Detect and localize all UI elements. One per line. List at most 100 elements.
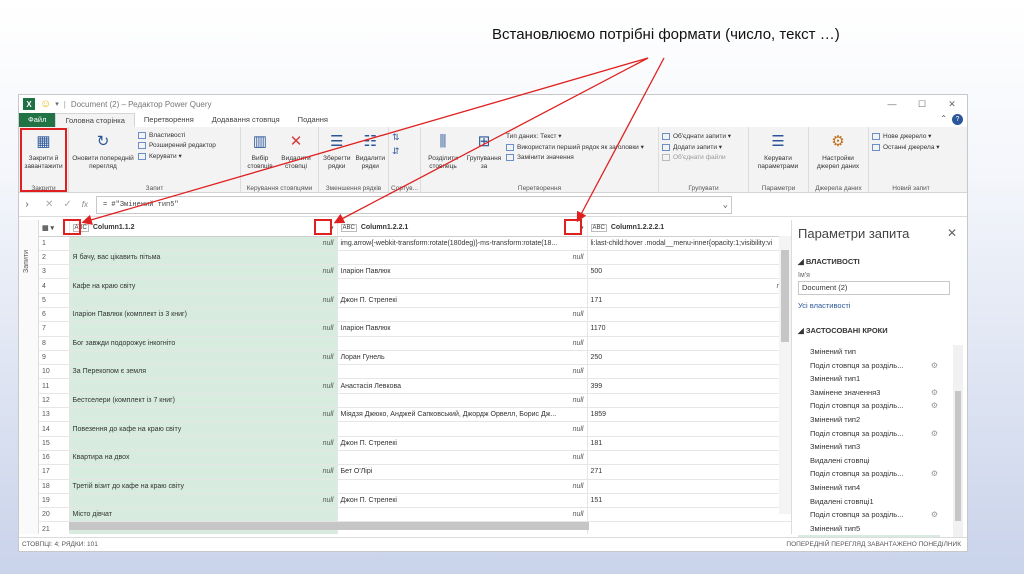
applied-step[interactable]: Поділ стовпця за розділь... ⚙: [798, 427, 940, 441]
table-row[interactable]: 14 Повезення до кафе на краю світу null: [39, 421, 791, 437]
table-cell[interactable]: img.arrow{-webkit-transform:rotate(180de…: [337, 236, 588, 251]
remove-columns-button[interactable]: ✕ Видалити стовпці: [280, 129, 312, 193]
table-row[interactable]: 4Кафе на краю світу null: [39, 278, 791, 294]
applied-step[interactable]: Видалені стовпці: [798, 454, 940, 468]
merge-queries-button[interactable]: Об'єднати запити ▾: [662, 132, 731, 140]
step-settings-gear-icon[interactable]: ⚙: [931, 359, 938, 373]
table-cell[interactable]: Анастасія Левкова: [337, 378, 588, 394]
table-cell[interactable]: [587, 521, 791, 534]
tab-home[interactable]: Головна сторінка: [55, 113, 135, 127]
table-row[interactable]: 12 Бестселери (комплект із 7 книг) null: [39, 393, 791, 409]
table-cell[interactable]: Міядзя Джюко, Анджей Сапковський, Джордж…: [337, 407, 588, 423]
table-row[interactable]: 2Я бачу, вас цікавить пітьма null: [39, 250, 791, 266]
recent-sources-button[interactable]: Останні джерела ▾: [872, 143, 940, 151]
table-cell[interactable]: null: [69, 493, 338, 509]
table-cell[interactable]: null: [337, 421, 588, 437]
table-row[interactable]: 18 Третій візит до кафе на краю світу null: [39, 479, 791, 494]
table-cell[interactable]: 151: [587, 493, 791, 509]
feedback-smiley-icon[interactable]: ☺: [40, 98, 51, 110]
split-column-button[interactable]: ⫼ Розділити стовпець: [424, 129, 462, 193]
table-row[interactable]: 16 Квартира на двох null: [39, 450, 791, 466]
table-row[interactable]: 19 null Джон П. Стрелекі 151: [39, 493, 791, 509]
sort-descending-icon[interactable]: ⇵: [392, 146, 400, 157]
commit-formula-icon[interactable]: ✓: [63, 199, 71, 210]
type-abc-icon[interactable]: ABC: [590, 223, 607, 232]
table-cell[interactable]: null: [587, 278, 791, 294]
table-row[interactable]: 7 null Іларіон Павлюк 1170: [39, 321, 791, 337]
applied-step[interactable]: Поділ стовпця за розділь... ⚙: [798, 467, 940, 481]
applied-step[interactable]: Поділ стовпця за розділь... ⚙: [798, 399, 940, 413]
table-cell[interactable]: За Перекопом є земля: [69, 364, 338, 380]
applied-steps-section-header[interactable]: ◢ ЗАСТОСОВАНІ КРОКИ: [798, 326, 967, 335]
properties-button[interactable]: Властивості: [138, 132, 216, 139]
step-settings-gear-icon[interactable]: ⚙: [931, 386, 938, 400]
table-row[interactable]: 11 null Анастасія Левкова 399: [39, 378, 791, 394]
steps-scrollbar[interactable]: [953, 345, 963, 543]
table-cell[interactable]: null: [69, 264, 338, 280]
table-cell[interactable]: [587, 507, 791, 523]
remove-rows-button[interactable]: ☷ Видалити рядки: [356, 129, 386, 193]
close-button[interactable]: ✕: [937, 99, 967, 110]
table-cell[interactable]: null: [337, 336, 588, 351]
step-settings-gear-icon[interactable]: ⚙: [931, 467, 938, 481]
applied-step[interactable]: Змінений тип: [798, 345, 940, 359]
manage-params-button[interactable]: ☰ Керувати параметрами: [752, 129, 804, 193]
table-cell[interactable]: null: [337, 450, 588, 466]
table-cell[interactable]: null: [337, 307, 588, 323]
table-cell[interactable]: 171: [587, 293, 791, 308]
column-header-3[interactable]: ABC Column1.2.2.2.1: [587, 220, 791, 237]
applied-step[interactable]: Поділ стовпця за розділь... ⚙: [798, 508, 940, 522]
group-by-button[interactable]: ⊞ Групування за: [466, 129, 502, 193]
table-row[interactable]: 20 Місто дівчат null: [39, 507, 791, 523]
table-row[interactable]: 5 null Джон П. Стрелекі 171: [39, 293, 791, 308]
table-row[interactable]: 10 За Перекопом є земля null: [39, 364, 791, 380]
refresh-preview-button[interactable]: ↻ Оновити попередній перегляд: [72, 129, 134, 193]
table-cell[interactable]: Квартира на двох: [69, 450, 338, 466]
table-row[interactable]: 15 null Джон П. Стрелекі 181: [39, 436, 791, 451]
table-cell[interactable]: Іларіон Павлюк: [337, 321, 588, 337]
table-row[interactable]: 3 null Іларіон Павлюк 500: [39, 264, 791, 280]
table-row[interactable]: 8 Бог завжди подорожує інкогніто null: [39, 336, 791, 351]
table-cell[interactable]: [587, 421, 791, 437]
table-cell[interactable]: null: [69, 378, 338, 394]
table-cell[interactable]: Джон П. Стрелекі: [337, 436, 588, 451]
column-header-1[interactable]: ABC Column1.1.2 ▾: [69, 220, 338, 237]
advanced-editor-button[interactable]: Розширений редактор: [138, 142, 216, 149]
table-cell[interactable]: Кафе на краю світу: [69, 278, 338, 294]
query-name-input[interactable]: Document (2): [798, 281, 950, 295]
grid-vertical-scrollbar[interactable]: [779, 236, 791, 514]
table-cell[interactable]: null: [69, 464, 338, 480]
table-cell[interactable]: [587, 479, 791, 494]
first-row-headers-button[interactable]: Використати перший рядок як заголовки ▾: [506, 143, 644, 151]
table-cell[interactable]: 250: [587, 350, 791, 366]
table-cell[interactable]: null: [337, 393, 588, 409]
step-settings-gear-icon[interactable]: ⚙: [931, 508, 938, 522]
table-cell[interactable]: 1170: [587, 321, 791, 337]
table-cell[interactable]: 271: [587, 464, 791, 480]
type-abc-icon[interactable]: ABC: [340, 223, 357, 232]
step-settings-gear-icon[interactable]: ⚙: [931, 427, 938, 441]
table-cell[interactable]: 1859: [587, 407, 791, 423]
applied-step[interactable]: Поділ стовпця за розділь... ⚙: [798, 359, 940, 373]
formula-input[interactable]: = #"Змінений тип5" ⌄: [96, 195, 733, 214]
applied-step[interactable]: Змінений тип5: [798, 522, 940, 536]
cancel-formula-icon[interactable]: ✕: [45, 199, 53, 210]
table-cell[interactable]: [587, 250, 791, 266]
minimize-button[interactable]: —: [877, 99, 907, 110]
manage-button[interactable]: Керувати ▾: [138, 152, 216, 160]
data-source-settings-button[interactable]: ⚙ Настройки джерел даних: [812, 129, 864, 193]
table-cell[interactable]: Джон П. Стрелекі: [337, 493, 588, 509]
table-cell[interactable]: [587, 393, 791, 409]
applied-step[interactable]: Змінений тип3: [798, 440, 940, 454]
table-row[interactable]: 6 Іларіон Павлюк (комплект із 3 книг) null: [39, 307, 791, 323]
close-settings-icon[interactable]: ✕: [947, 226, 957, 240]
combine-files-button[interactable]: Об'єднати файли: [662, 154, 731, 161]
tab-transform[interactable]: Перетворення: [135, 113, 203, 127]
table-cell[interactable]: Повезення до кафе на краю світу: [69, 421, 338, 437]
table-cell[interactable]: null: [69, 407, 338, 423]
quick-access-dropdown-icon[interactable]: ▾: [55, 100, 59, 108]
applied-step[interactable]: Видалені стовпці1: [798, 495, 940, 509]
column-header-2[interactable]: ABC Column1.2.2.1 ▾: [337, 220, 588, 237]
table-row[interactable]: 9 null Лоран Гунель 250: [39, 350, 791, 366]
keep-rows-button[interactable]: ☰ Зберегти рядки: [322, 129, 352, 193]
